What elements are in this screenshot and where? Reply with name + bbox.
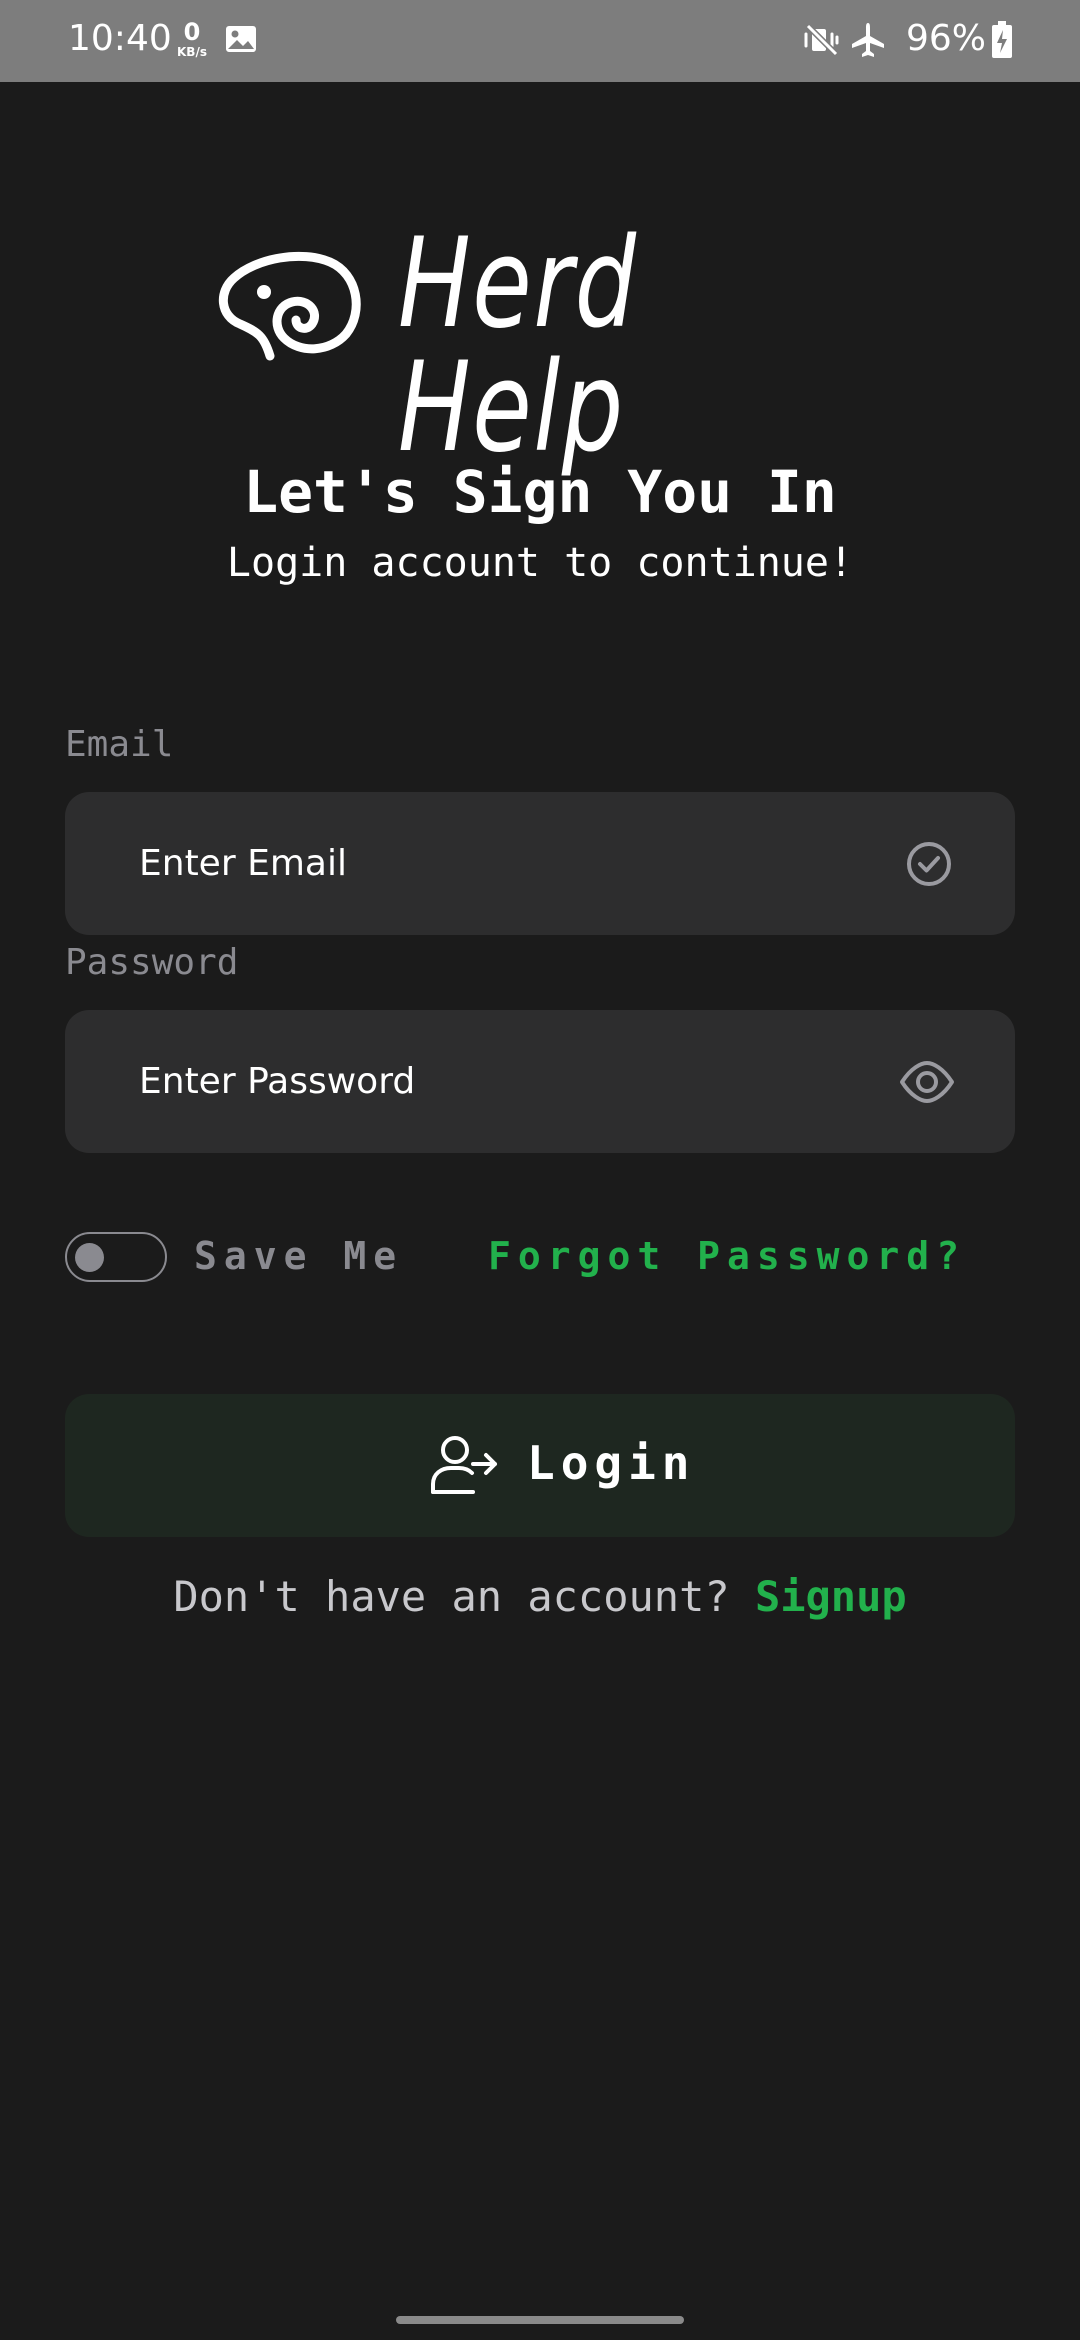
image-icon (224, 22, 258, 60)
page-title: Let's Sign You In (243, 458, 837, 526)
forgot-password-link[interactable]: Forgot Password? (488, 1234, 966, 1278)
signup-row: Don't have an account? Signup (0, 1572, 1080, 1621)
battery-percentage: 96% (906, 18, 987, 59)
email-input[interactable] (139, 792, 899, 935)
network-speed-unit: KB/s (177, 45, 207, 59)
save-me-toggle[interactable] (65, 1232, 167, 1282)
login-button[interactable]: Login (65, 1394, 1015, 1537)
save-me-label: Save Me (194, 1234, 404, 1278)
user-login-icon (429, 1434, 499, 1500)
home-indicator[interactable] (396, 2316, 684, 2324)
battery-charging-icon (990, 20, 1014, 64)
app-logo-text: Herd Help (398, 212, 638, 480)
network-speed-value: 0 (183, 18, 201, 46)
signup-prompt: Don't have an account? (173, 1572, 755, 1621)
password-field-container (65, 1010, 1015, 1153)
password-label: Password (65, 942, 239, 983)
login-label: Login (527, 1436, 696, 1490)
email-field-container (65, 792, 1015, 935)
email-label: Email (65, 724, 174, 765)
toggle-knob (75, 1243, 104, 1272)
eye-icon[interactable] (899, 1060, 955, 1108)
check-circle-icon (905, 840, 953, 892)
mute-vibrate-icon (802, 20, 842, 64)
signup-link[interactable]: Signup (755, 1572, 907, 1621)
airplane-icon (848, 20, 888, 64)
status-time: 10:40 (68, 18, 172, 59)
password-input[interactable] (139, 1010, 899, 1153)
network-speed: 0 KB/s (172, 20, 212, 58)
page-subtitle: Login account to continue! (226, 540, 854, 586)
logo-swirl-icon (212, 240, 368, 368)
status-bar: 10:40 0 KB/s 96% (0, 0, 1080, 82)
